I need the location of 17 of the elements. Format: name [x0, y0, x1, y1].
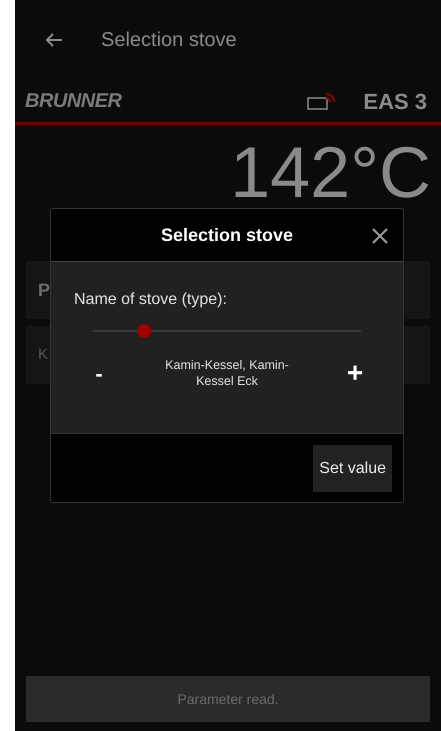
dialog-title: Selection stove — [160, 224, 294, 246]
stove-slider[interactable] — [93, 324, 361, 338]
back-icon[interactable] — [45, 32, 63, 48]
device-name: EAS 3 — [363, 88, 427, 116]
temperature-reading: 142°C — [230, 133, 431, 213]
field-label: Name of stove (type): — [74, 290, 228, 310]
slider-thumb[interactable] — [136, 324, 151, 338]
screen-title: Selection stove — [101, 28, 237, 53]
close-icon[interactable] — [372, 228, 388, 244]
decrease-button[interactable]: - — [74, 356, 124, 390]
status-message: Parameter read. — [177, 690, 279, 708]
brand-logo: BRUNNER — [25, 89, 122, 114]
set-value-button[interactable]: Set value — [313, 445, 392, 492]
card-text: K — [38, 344, 48, 365]
increase-button[interactable]: + — [330, 352, 380, 394]
selected-value: Kamin-Kessel, Kamin-Kessel Eck — [164, 357, 290, 389]
card-text: P — [38, 278, 50, 302]
